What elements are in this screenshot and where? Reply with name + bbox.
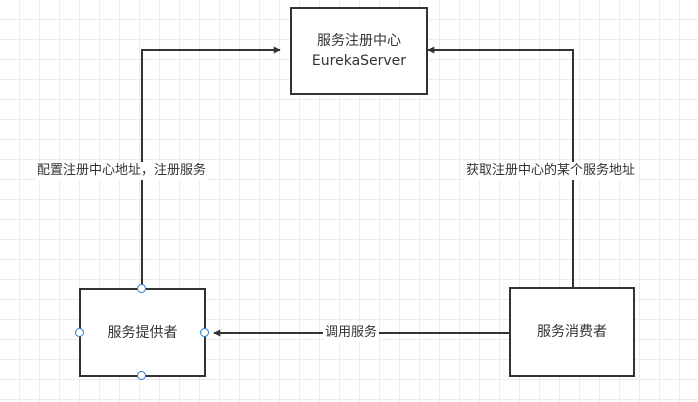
provider-handle-bottom[interactable] [137,371,146,380]
invoke-edge-label: 调用服务 [323,324,380,342]
provider-label: 服务提供者 [107,324,178,341]
provider-handle-left[interactable] [75,328,84,337]
consumer-label: 服务消费者 [537,324,607,340]
provider-handle-right[interactable] [200,328,209,337]
consumer-node[interactable]: 服务消费者 [509,287,635,377]
diagram-canvas: 服务注册中心 EurekaServer 服务提供者 服务消费者 配置注册中心地址… [0,0,698,402]
registry-title: 服务注册中心 [317,33,401,49]
provider-handle-top[interactable] [137,284,146,293]
provider-node[interactable]: 服务提供者 [79,288,206,377]
register-edge-label: 配置注册中心地址，注册服务 [35,162,209,180]
registry-subtitle: EurekaServer [311,53,407,69]
registry-node[interactable]: 服务注册中心 EurekaServer [290,7,428,95]
discover-edge-label: 获取注册中心的某个服务地址 [464,162,638,180]
